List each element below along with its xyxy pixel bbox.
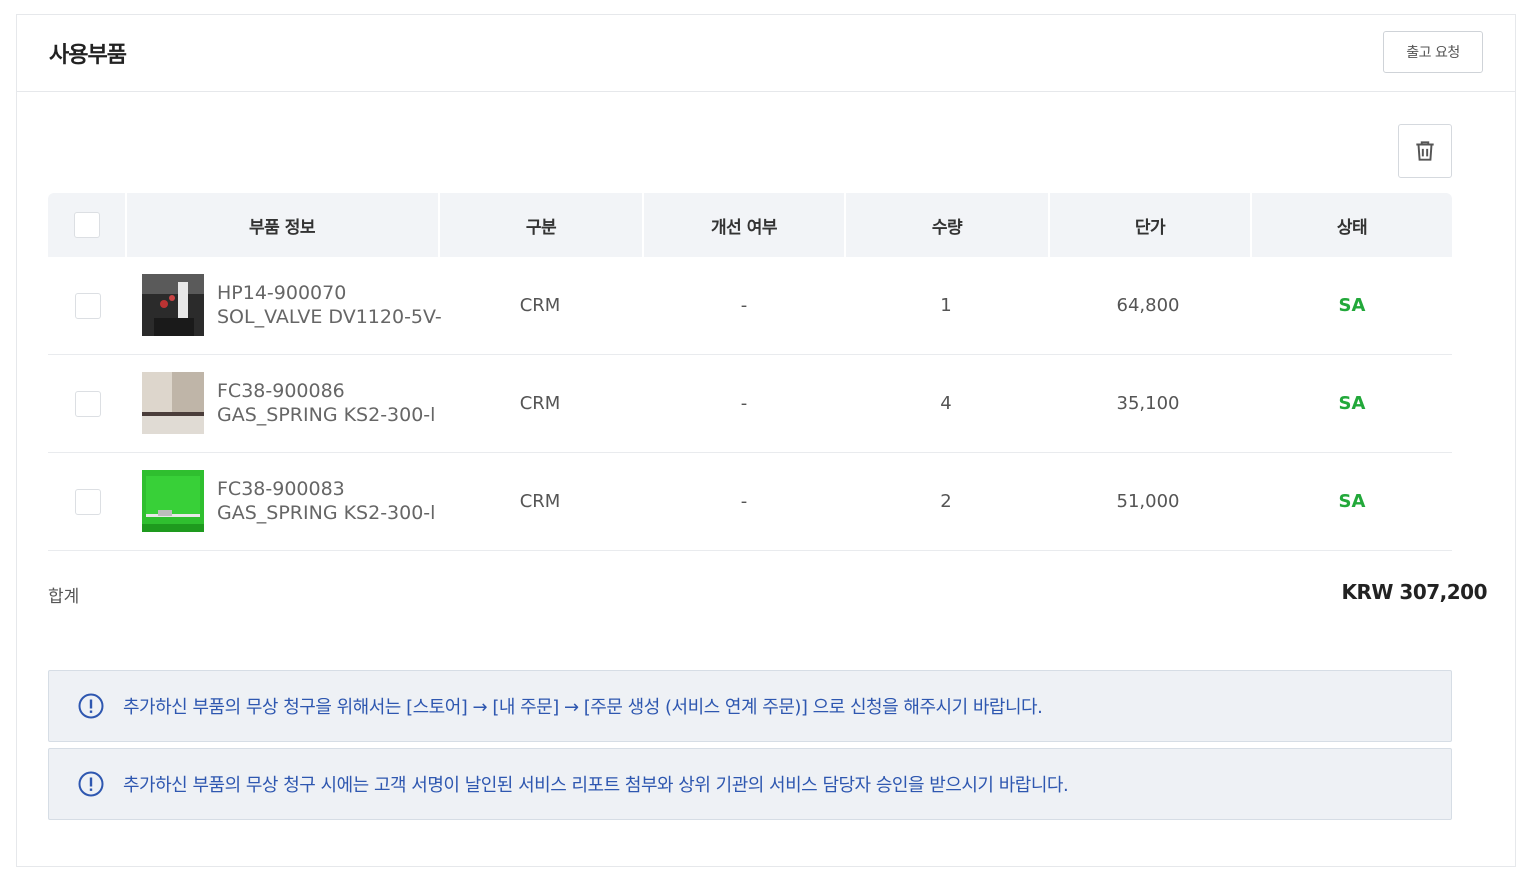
part-name: GAS_SPRING KS2-300-l [217, 502, 436, 524]
panel-title: 사용부품 [49, 43, 127, 68]
row-checkbox[interactable] [75, 390, 101, 417]
status-cell: SA [1338, 393, 1366, 414]
select-all-checkbox[interactable] [74, 212, 100, 238]
table-header: 부품 정보 구분 개선 여부 수량 단가 상태 [48, 193, 1452, 257]
total-value: KRW 307,200 [1341, 580, 1487, 604]
parts-table: 부품 정보 구분 개선 여부 수량 단가 상태 HP14-900070 SOL_… [48, 193, 1452, 551]
part-code: FC38-900083 [217, 478, 345, 500]
part-info: FC38-900086 GAS_SPRING KS2-300-l [217, 379, 441, 427]
part-name: GAS_SPRING KS2-300-l [217, 404, 436, 426]
part-code: HP14-900070 [217, 282, 347, 304]
unit-price-cell: 35,100 [1116, 393, 1180, 414]
part-thumbnail [142, 470, 204, 532]
notice-text: 추가하신 부품의 무상 청구 시에는 고객 서명이 날인된 서비스 리포트 첨부… [123, 775, 1069, 796]
part-name: SOL_VALVE DV1120-5V- [217, 306, 441, 328]
delete-button[interactable] [1398, 124, 1452, 178]
unit-price-cell: 51,000 [1116, 491, 1180, 512]
header-checkbox-cell [48, 193, 126, 257]
status-cell: SA [1338, 295, 1366, 316]
improvement-cell: - [740, 295, 748, 316]
table-row[interactable]: HP14-900070 SOL_VALVE DV1120-5V- CRM - 1… [48, 257, 1452, 355]
panel-header: 사용부품 출고 요청 [17, 15, 1515, 92]
header-status: 상태 [1336, 217, 1368, 238]
info-circle-icon [78, 771, 104, 797]
improvement-cell: - [740, 491, 748, 512]
row-checkbox[interactable] [75, 292, 101, 319]
info-circle-icon [78, 693, 104, 719]
part-thumbnail [142, 274, 204, 336]
row-checkbox[interactable] [75, 488, 101, 515]
notice-text: 추가하신 부품의 무상 청구을 위해서는 [스토어] → [내 주문] → [주… [123, 697, 1043, 718]
category-cell: CRM [519, 295, 561, 316]
category-cell: CRM [519, 393, 561, 414]
quantity-cell: 2 [940, 491, 952, 512]
part-info: HP14-900070 SOL_VALVE DV1120-5V- [217, 281, 441, 329]
part-info: FC38-900083 GAS_SPRING KS2-300-l [217, 477, 441, 525]
status-cell: SA [1338, 491, 1366, 512]
table-row[interactable]: FC38-900086 GAS_SPRING KS2-300-l CRM - 4… [48, 355, 1452, 453]
quantity-cell: 1 [940, 295, 952, 316]
release-request-button[interactable]: 출고 요청 [1383, 31, 1483, 73]
category-cell: CRM [519, 491, 561, 512]
header-category: 구분 [525, 217, 557, 238]
notice-box: 추가하신 부품의 무상 청구을 위해서는 [스토어] → [내 주문] → [주… [48, 670, 1452, 742]
part-thumbnail [142, 372, 204, 434]
quantity-cell: 4 [940, 393, 952, 414]
header-unit-price: 단가 [1134, 217, 1166, 238]
header-improvement: 개선 여부 [711, 217, 777, 238]
unit-price-cell: 64,800 [1116, 295, 1180, 316]
total-label: 합계 [48, 587, 80, 607]
header-part-info: 부품 정보 [249, 217, 315, 238]
part-code: FC38-900086 [217, 380, 345, 402]
notice-box: 추가하신 부품의 무상 청구 시에는 고객 서명이 날인된 서비스 리포트 첨부… [48, 748, 1452, 820]
trash-icon [1416, 141, 1434, 161]
table-row[interactable]: FC38-900083 GAS_SPRING KS2-300-l CRM - 2… [48, 453, 1452, 551]
header-quantity: 수량 [931, 217, 963, 238]
improvement-cell: - [740, 393, 748, 414]
